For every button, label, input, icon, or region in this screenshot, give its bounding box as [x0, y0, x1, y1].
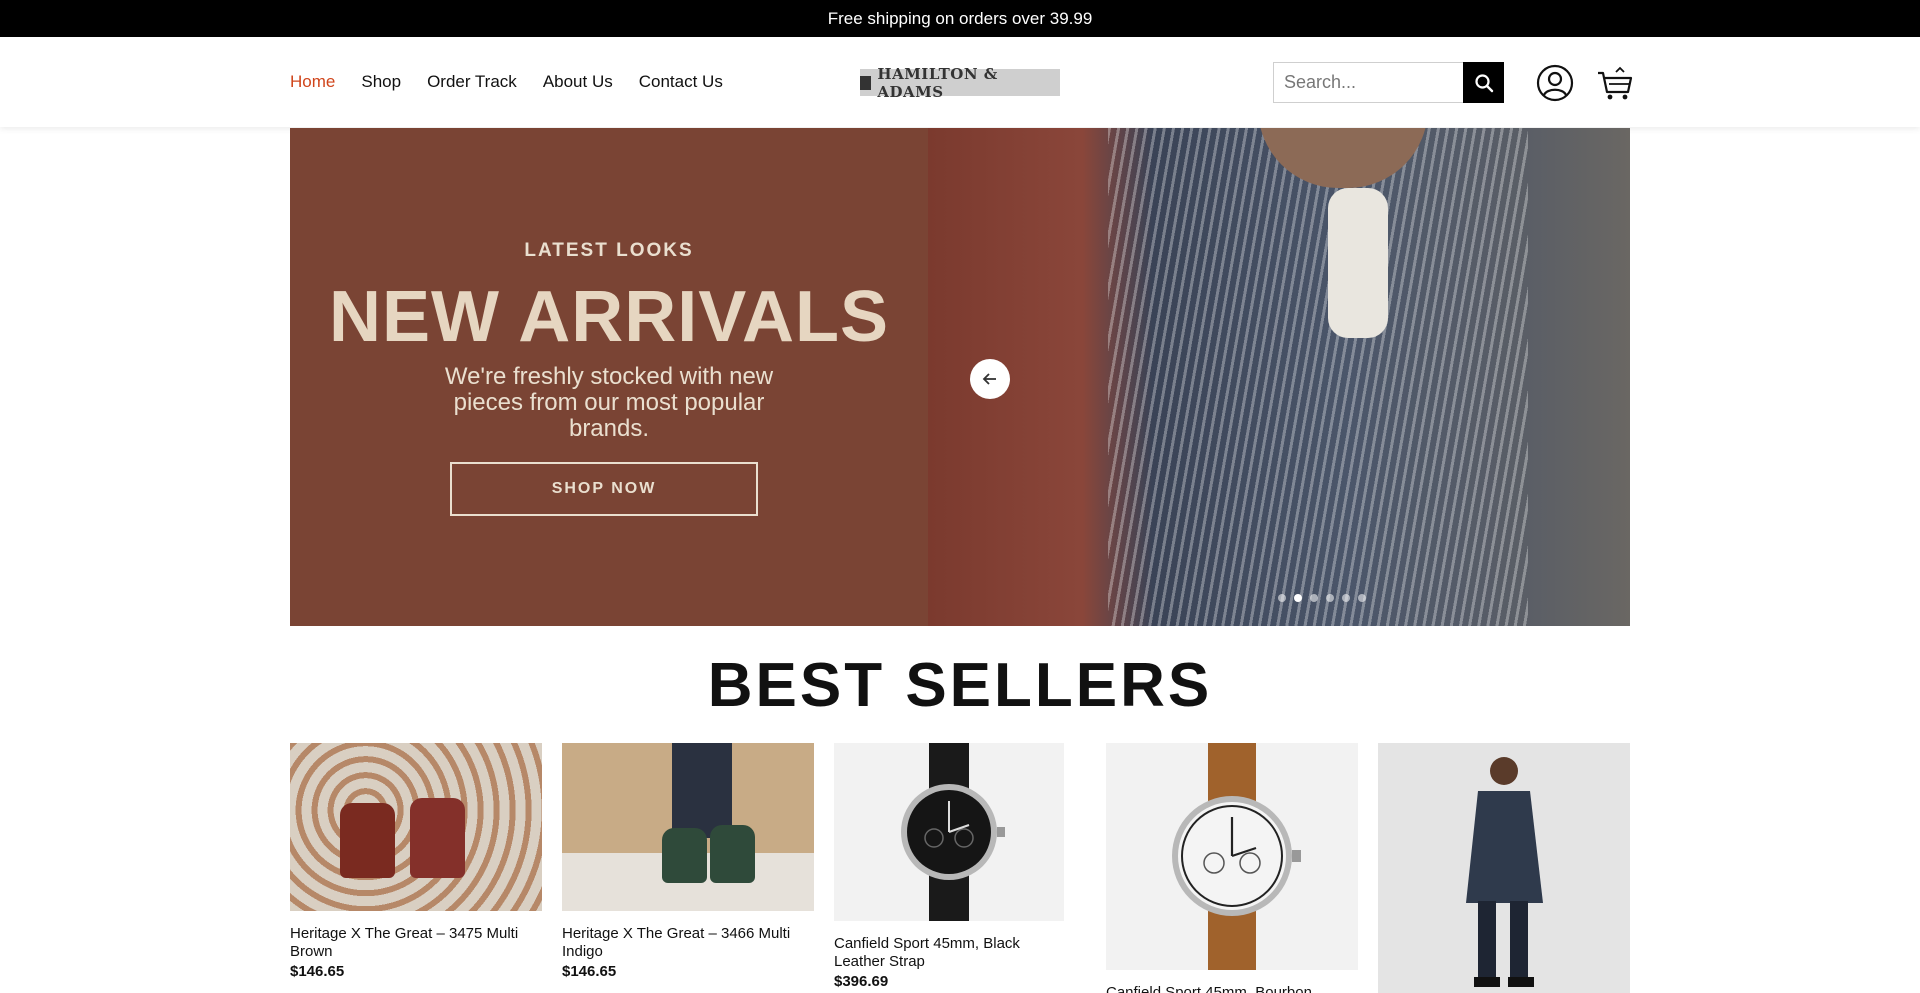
slider-dots — [1278, 594, 1366, 602]
slider-dot[interactable] — [1342, 594, 1350, 602]
hero-subtext: We're freshly stocked with new pieces fr… — [444, 363, 774, 442]
nav-item-shop[interactable]: Shop — [361, 72, 401, 92]
nav-item-contact-us[interactable]: Contact Us — [639, 72, 723, 92]
best-sellers-title: BEST SELLERS — [707, 651, 1213, 720]
product-image[interactable] — [834, 743, 1064, 921]
nav-item-about-us[interactable]: About Us — [543, 72, 613, 92]
search-bar — [1273, 62, 1504, 103]
undershirt — [1328, 188, 1388, 338]
product-price: $396.69 — [834, 973, 889, 990]
boot-image — [410, 798, 465, 878]
watch-image — [901, 743, 1005, 921]
product-card[interactable]: Heritage X The Great – 3475 Multi Brown … — [290, 743, 542, 980]
model-image — [1466, 757, 1543, 987]
slider-dot[interactable] — [1278, 594, 1286, 602]
product-image[interactable] — [1106, 743, 1358, 970]
product-price: $146.65 — [562, 963, 617, 980]
logo-mark-icon — [860, 75, 872, 90]
announcement-bar: Free shipping on orders over 39.99 — [0, 0, 1920, 37]
announcement-text: Free shipping on orders over 39.99 — [827, 8, 1093, 28]
user-circle-icon — [1536, 64, 1574, 102]
search-input[interactable] — [1273, 62, 1463, 103]
main-nav: Home Shop Order Track About Us Contact U… — [290, 37, 723, 127]
product-card[interactable]: Canfield Sport 45mm, Bourbon — [1106, 743, 1358, 993]
product-image[interactable] — [290, 743, 542, 911]
logo-text: HAMILTON & ADAMS — [877, 64, 998, 101]
cart-icon — [1598, 66, 1633, 100]
boot-image — [710, 825, 755, 883]
slider-dot[interactable] — [1326, 594, 1334, 602]
product-name[interactable]: Heritage X The Great – 3475 Multi Brown — [290, 925, 542, 961]
product-card[interactable] — [1378, 743, 1630, 993]
product-price: $146.65 — [290, 963, 345, 980]
hero-image — [928, 128, 1630, 626]
slider-dot[interactable] — [1310, 594, 1318, 602]
site-header: Home Shop Order Track About Us Contact U… — [0, 37, 1920, 127]
shop-now-button[interactable]: SHOP NOW — [450, 462, 758, 516]
site-logo[interactable]: HAMILTON & ADAMS — [860, 65, 1060, 101]
jeans-legs — [672, 743, 732, 838]
boot-image — [662, 828, 707, 883]
boot-image — [340, 803, 395, 878]
striped-shirt — [1108, 128, 1528, 626]
slider-dot-active[interactable] — [1294, 594, 1302, 602]
product-card[interactable]: Heritage X The Great – 3466 Multi Indigo… — [562, 743, 814, 980]
search-button[interactable] — [1463, 62, 1504, 103]
product-image[interactable] — [1378, 743, 1630, 993]
hero-eyebrow: LATEST LOOKS — [524, 240, 694, 261]
hero-headline: NEW ARRIVALS — [329, 277, 889, 357]
product-name[interactable]: Canfield Sport 45mm, Bourbon — [1106, 984, 1358, 993]
account-button[interactable] — [1536, 64, 1574, 102]
slider-dot[interactable] — [1358, 594, 1366, 602]
hero-slider: LATEST LOOKS NEW ARRIVALS We're freshly … — [290, 128, 1630, 626]
product-name[interactable]: Heritage X The Great – 3466 Multi Indigo — [562, 925, 814, 961]
watch-image — [1172, 743, 1301, 970]
product-card[interactable]: Canfield Sport 45mm, Black Leather Strap… — [834, 743, 1064, 990]
arrow-left-icon — [982, 373, 996, 385]
nav-item-home[interactable]: Home — [290, 72, 335, 92]
nav-item-order-track[interactable]: Order Track — [427, 72, 517, 92]
slider-prev-button[interactable] — [970, 359, 1010, 399]
product-name[interactable]: Canfield Sport 45mm, Black Leather Strap — [834, 935, 1064, 971]
hero-text-panel: LATEST LOOKS NEW ARRIVALS We're freshly … — [290, 128, 928, 626]
cart-button[interactable] — [1596, 64, 1634, 102]
product-image[interactable] — [562, 743, 814, 911]
search-icon — [1474, 73, 1493, 92]
